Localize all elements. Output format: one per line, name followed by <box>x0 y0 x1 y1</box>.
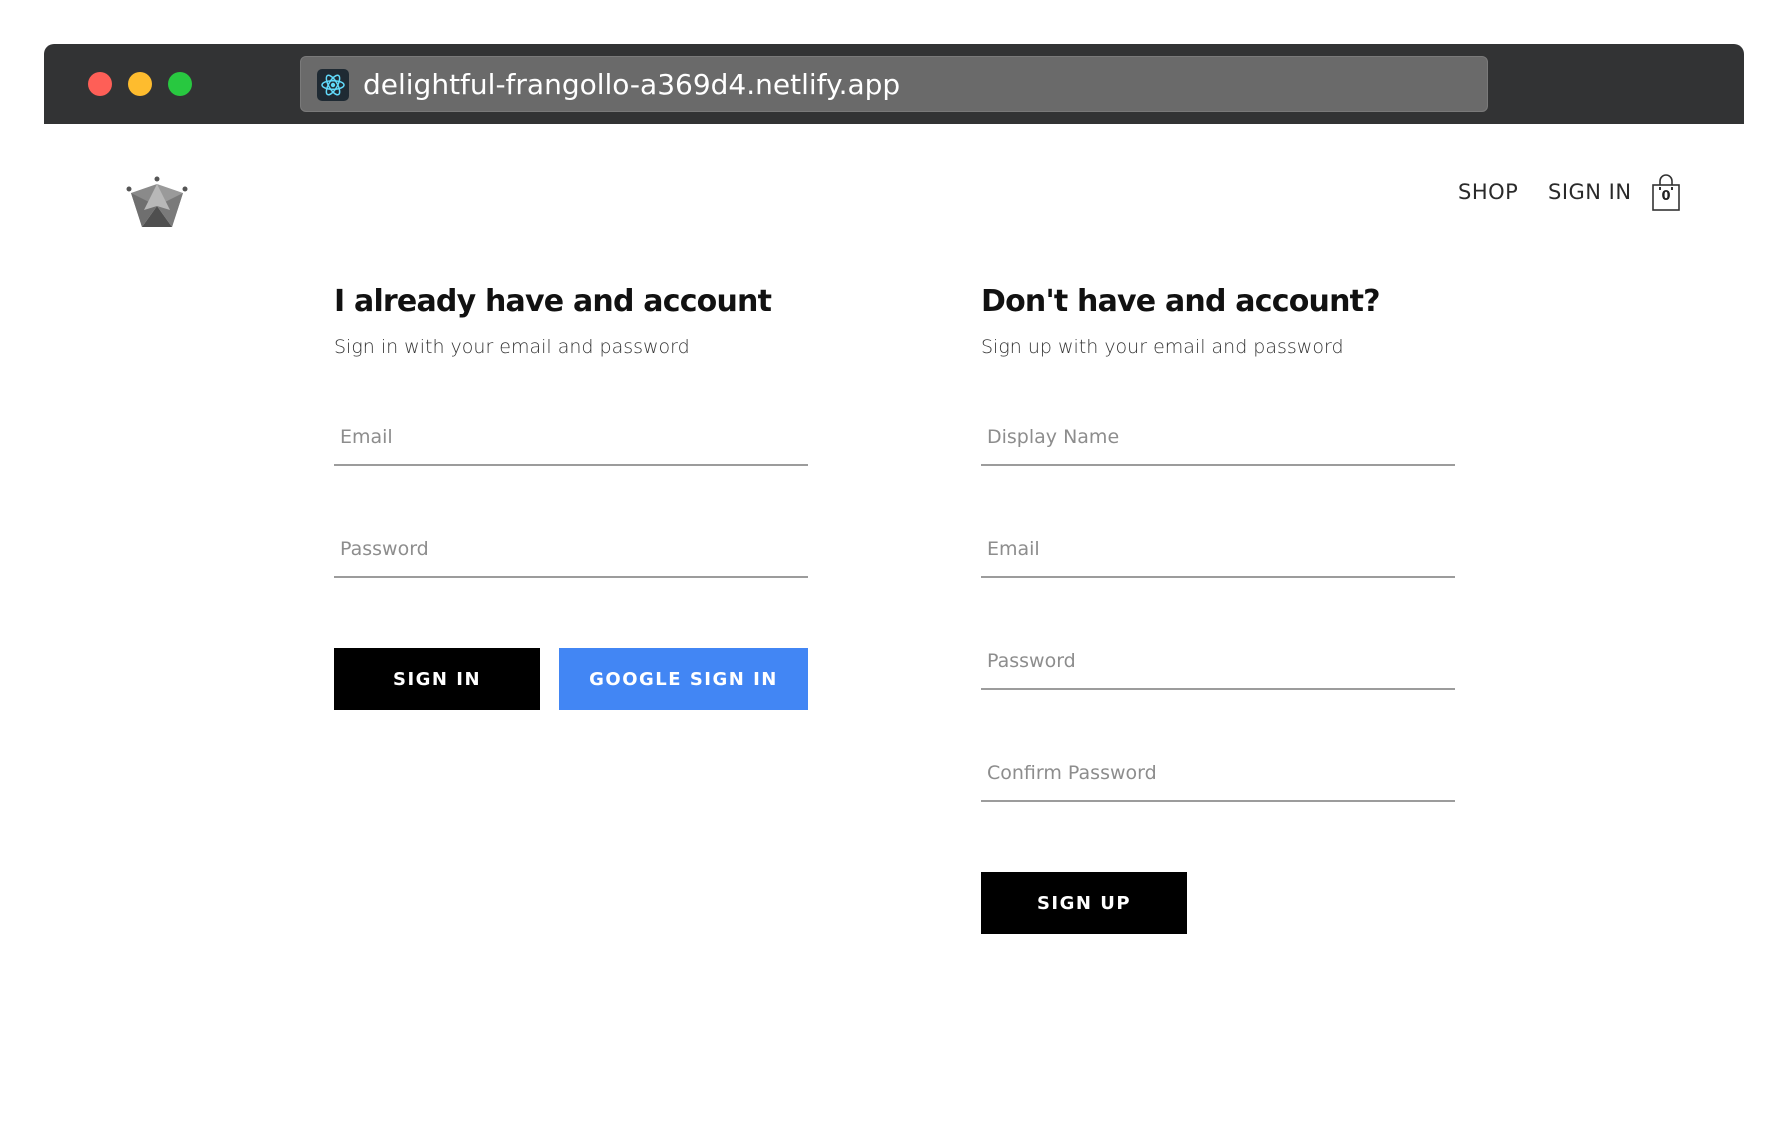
minimize-window-button[interactable] <box>128 72 152 96</box>
browser-titlebar: delightful-frangollo-a369d4.netlify.app <box>44 44 1744 124</box>
sign-up-subtitle: Sign up with your email and password <box>981 336 1344 358</box>
sign-up-email-input[interactable] <box>981 522 1455 576</box>
url-text: delightful-frangollo-a369d4.netlify.app <box>363 68 901 101</box>
sign-up-confirm-password-field <box>981 746 1455 802</box>
maximize-window-button[interactable] <box>168 72 192 96</box>
sign-up-display-name-field <box>981 410 1455 466</box>
sign-in-button[interactable]: SIGN IN <box>334 648 540 710</box>
sign-up-button[interactable]: SIGN UP <box>981 872 1187 934</box>
sign-up-email-field <box>981 522 1455 578</box>
react-atom-icon <box>317 69 349 101</box>
crown-logo-icon[interactable] <box>122 176 192 230</box>
cart-item-count: 0 <box>1661 189 1671 204</box>
cart-button[interactable]: 0 <box>1650 174 1682 212</box>
close-window-button[interactable] <box>88 72 112 96</box>
sign-up-title: Don't have and account? <box>981 284 1381 319</box>
sign-in-password-input[interactable] <box>334 522 808 576</box>
sign-in-subtitle: Sign in with your email and password <box>334 336 690 358</box>
sign-in-email-input[interactable] <box>334 410 808 464</box>
confirm-password-input[interactable] <box>981 746 1455 800</box>
nav-shop-link[interactable]: SHOP <box>1458 180 1518 204</box>
sign-up-password-input[interactable] <box>981 634 1455 688</box>
sign-in-title: I already have and account <box>334 284 772 319</box>
sign-in-email-field <box>334 410 808 466</box>
browser-window: delightful-frangollo-a369d4.netlify.app … <box>44 44 1744 1122</box>
sign-in-password-field <box>334 522 808 578</box>
sign-up-password-field <box>981 634 1455 690</box>
display-name-input[interactable] <box>981 410 1455 464</box>
google-sign-in-button[interactable]: GOOGLE SIGN IN <box>559 648 808 710</box>
nav-signin-link[interactable]: SIGN IN <box>1548 180 1632 204</box>
address-bar[interactable]: delightful-frangollo-a369d4.netlify.app <box>300 56 1488 112</box>
